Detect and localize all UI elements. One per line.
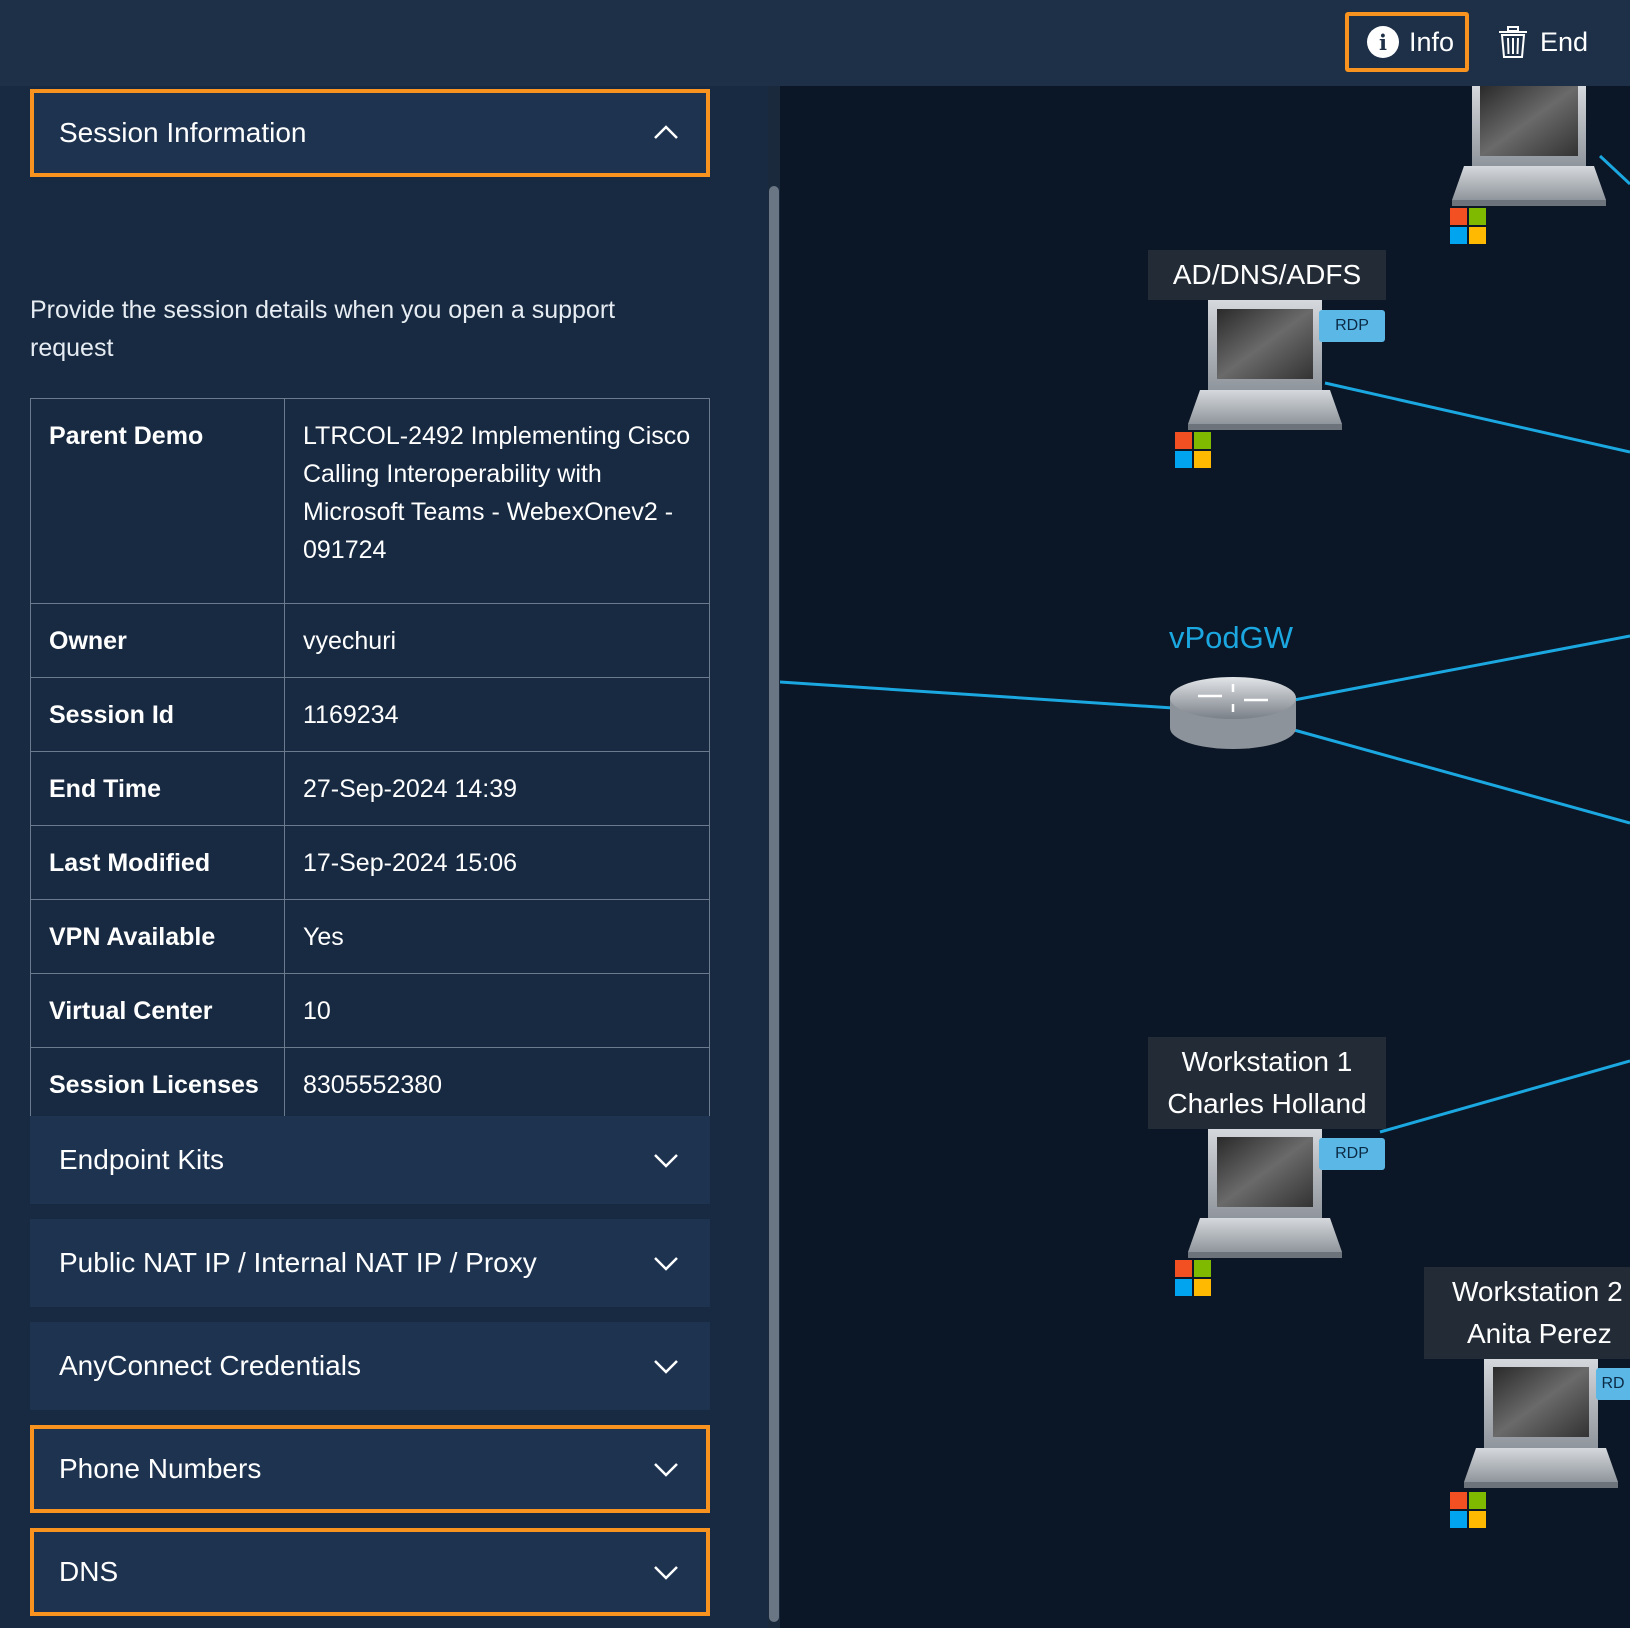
- windows-icon: [1450, 208, 1486, 244]
- session-description: Provide the session details when you ope…: [30, 296, 616, 362]
- ad-dns-adfs-label: AD/DNS/ADFS: [1148, 250, 1386, 300]
- anyconnect-credentials-header[interactable]: AnyConnect Credentials: [30, 1322, 710, 1410]
- nat-ip-proxy-header[interactable]: Public NAT IP / Internal NAT IP / Proxy: [30, 1219, 710, 1307]
- router-icon[interactable]: [1170, 677, 1296, 749]
- workstation-2-label: Workstation 2 Anita Perez: [1424, 1267, 1630, 1359]
- row-value: 8305552380: [284, 1047, 710, 1122]
- info-button[interactable]: i Info: [1345, 12, 1469, 72]
- table-row: Last Modified 17-Sep-2024 15:06: [30, 825, 710, 900]
- link-line: [1379, 1059, 1630, 1134]
- windows-icon: [1175, 432, 1211, 468]
- workstation-2-name: Workstation 2: [1452, 1276, 1623, 1307]
- row-key: Last Modified: [30, 825, 285, 900]
- topology-canvas: AD/DNS/ADFS RDP vPodGW Workstation 1 Cha…: [780, 86, 1630, 1628]
- row-key: Parent Demo: [30, 398, 285, 604]
- link-line: [1293, 728, 1630, 825]
- row-key: VPN Available: [30, 899, 285, 974]
- chevron-up-icon: [654, 125, 678, 139]
- end-button[interactable]: End: [1496, 12, 1606, 72]
- rdp-badge[interactable]: RD: [1596, 1368, 1630, 1400]
- anyconnect-credentials-title: AnyConnect Credentials: [59, 1350, 361, 1381]
- laptop-icon[interactable]: [1452, 86, 1606, 206]
- table-row: VPN Available Yes: [30, 899, 710, 974]
- row-value: 1169234: [284, 677, 710, 752]
- laptop-icon[interactable]: [1464, 1358, 1618, 1488]
- table-row: End Time 27-Sep-2024 14:39: [30, 751, 710, 826]
- vpodgw-label: vPodGW: [1169, 620, 1294, 655]
- row-key: Session Id: [30, 677, 285, 752]
- workstation-1-name: Workstation 1: [1181, 1046, 1353, 1077]
- chevron-down-icon: [654, 1566, 678, 1580]
- session-information-header[interactable]: Session Information: [30, 89, 710, 177]
- chevron-down-icon: [654, 1154, 678, 1168]
- windows-icon: [1175, 1260, 1211, 1296]
- topology-links: [780, 86, 1630, 1528]
- table-row: Session Id 1169234: [30, 677, 710, 752]
- row-value: 27-Sep-2024 14:39: [284, 751, 710, 826]
- workstation-1-label: Workstation 1 Charles Holland: [1148, 1037, 1386, 1129]
- info-panel: Session Information Provide the session …: [0, 86, 780, 1628]
- windows-icon: [1450, 1492, 1486, 1528]
- top-bar: i Info End: [0, 0, 1630, 86]
- info-button-label: Info: [1409, 26, 1455, 57]
- row-value: vyechuri: [284, 603, 710, 678]
- row-value: 17-Sep-2024 15:06: [284, 825, 710, 900]
- link-line: [780, 680, 1174, 710]
- table-row: Parent Demo LTRCOL-2492 Implementing Cis…: [30, 398, 710, 604]
- row-key: End Time: [30, 751, 285, 826]
- table-row: Session Licenses 8305552380: [30, 1047, 710, 1122]
- endpoint-kits-header[interactable]: Endpoint Kits: [30, 1116, 710, 1204]
- link-line: [1293, 634, 1630, 702]
- phone-numbers-title: Phone Numbers: [59, 1453, 262, 1484]
- table-row: Virtual Center 10: [30, 973, 710, 1048]
- rdp-badge[interactable]: RDP: [1319, 1138, 1385, 1170]
- link-line: [1598, 154, 1630, 186]
- row-value: 10: [284, 973, 710, 1048]
- chevron-down-icon: [654, 1360, 678, 1374]
- end-button-label: End: [1540, 26, 1589, 57]
- row-key: Session Licenses: [30, 1047, 285, 1122]
- trash-icon: [1499, 26, 1527, 58]
- session-details-table: Parent Demo LTRCOL-2492 Implementing Cis…: [30, 398, 710, 1122]
- row-value: Yes: [284, 899, 710, 974]
- workstation-1-user: Charles Holland: [1167, 1088, 1367, 1119]
- nat-ip-proxy-title: Public NAT IP / Internal NAT IP / Proxy: [59, 1247, 537, 1278]
- link-line: [1324, 381, 1630, 454]
- row-key: Virtual Center: [30, 973, 285, 1048]
- chevron-down-icon: [654, 1257, 678, 1271]
- dns-header[interactable]: DNS: [30, 1528, 710, 1616]
- info-icon: i: [1367, 26, 1399, 58]
- panel-scrollbar-thumb[interactable]: [769, 186, 779, 1622]
- endpoint-kits-title: Endpoint Kits: [59, 1144, 224, 1175]
- row-value: LTRCOL-2492 Implementing Cisco Calling I…: [284, 398, 710, 604]
- rdp-badge[interactable]: RDP: [1319, 310, 1385, 342]
- dns-title: DNS: [59, 1556, 119, 1587]
- chevron-down-icon: [654, 1463, 678, 1477]
- workstation-2-user: Anita Perez: [1467, 1318, 1612, 1349]
- session-information-title: Session Information: [59, 117, 307, 148]
- table-row: Owner vyechuri: [30, 603, 710, 678]
- phone-numbers-header[interactable]: Phone Numbers: [30, 1425, 710, 1513]
- row-key: Owner: [30, 603, 285, 678]
